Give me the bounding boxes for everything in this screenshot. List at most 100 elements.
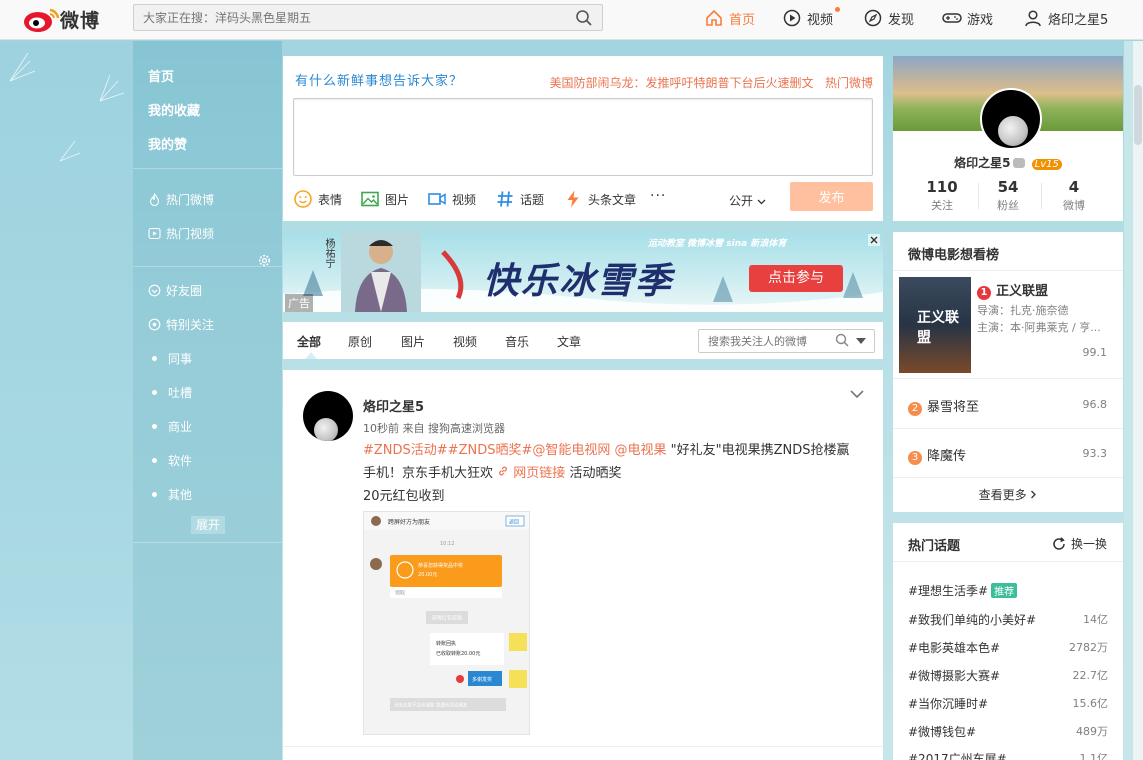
scrollbar-thumb[interactable] [1134, 85, 1142, 145]
article-button[interactable]: 头条文章 [563, 188, 636, 210]
nav-home[interactable]: 首页 [704, 8, 755, 28]
privacy-select[interactable]: 公开 [729, 192, 766, 209]
chevron-down-icon[interactable] [849, 388, 865, 400]
banner-join-button[interactable]: 点击参与 [749, 265, 843, 292]
chevron-down-icon [757, 199, 766, 205]
web-link[interactable]: 网页链接 [497, 466, 569, 481]
member-icon[interactable] [1013, 158, 1026, 168]
topic-item[interactable]: #电影英雄本色# 2782万 [908, 639, 1108, 656]
post-hashtags[interactable]: #ZNDS活动##ZNDS晒奖#@智能电视网 @电视果 [363, 443, 667, 458]
profile-name[interactable]: 烙印之星5 [954, 156, 1010, 170]
tab-all[interactable]: 全部 [297, 333, 321, 350]
post-username[interactable]: 烙印之星5 [363, 396, 424, 415]
emoji-button[interactable]: 表情 [293, 188, 342, 210]
sidebar-likes[interactable]: 我的赞 [148, 134, 187, 153]
topic-button[interactable]: 话题 [495, 188, 544, 210]
background-left [0, 41, 133, 760]
topic-title: #致我们单纯的小美好# [908, 613, 1037, 627]
level-badge[interactable]: Lv15 [1031, 159, 1062, 170]
topic-item[interactable]: #2017广州车展# 1.1亿 [908, 750, 1108, 760]
refresh-topics-button[interactable]: 换一换 [1052, 535, 1107, 552]
ad-banner[interactable]: 杨祐宁 快乐冰雪季 运动教室 微博冰雪 sina 新浪体育 点击参与 广告 [283, 232, 883, 312]
topic-item[interactable]: #微博钱包# 489万 [908, 723, 1108, 740]
movie-card-title: 微博电影想看榜 [908, 248, 1000, 263]
video-label: 视频 [452, 192, 477, 207]
card-divider [893, 561, 1123, 562]
dandelion-decoration [9, 52, 125, 162]
chat-screenshot: 跨屏好方为朋友 返回 10:12 恭喜您获得奖品中奖 20.00元 领取 获得红… [364, 512, 529, 734]
publish-button[interactable]: 发布 [790, 182, 873, 211]
movie-row[interactable]: 2 暴雪将至 [908, 396, 979, 416]
hot-weibo-link[interactable]: 热门微博 [825, 76, 873, 90]
screenshot-card-sub: 领取 [395, 590, 405, 597]
search-input[interactable] [134, 5, 564, 30]
movie-poster[interactable]: 正义联盟 [899, 277, 971, 373]
nav-video[interactable]: 视频 [782, 7, 840, 28]
topic-item[interactable]: #理想生活季# 推荐 [908, 582, 1108, 599]
movie-top-title[interactable]: 1 正义联盟 [977, 280, 1048, 300]
page-scrollbar[interactable] [1133, 41, 1143, 760]
left-sidebar: 首页 我的收藏 我的赞 热门微博 热门视频 好友圈 特别关注 同事 吐槽 商业 … [133, 41, 282, 760]
post-image[interactable]: 跨屏好方为朋友 返回 10:12 恭喜您获得奖品中奖 20.00元 领取 获得红… [363, 511, 530, 735]
stat-followers[interactable]: 54 粉丝 [978, 178, 1038, 213]
profile-name-row: 烙印之星5 Lv15 [893, 154, 1123, 171]
publisher-hot-topic[interactable]: 美国防部闹乌龙：发推呼吁特朗普下台后火速删文 热门微博 [550, 74, 873, 91]
nav-profile-label: 烙印之星5 [1048, 12, 1109, 28]
sidebar-item-other[interactable]: 其他 [148, 486, 192, 503]
moon-icon [998, 116, 1028, 146]
tab-images[interactable]: 图片 [401, 333, 425, 350]
game-icon [942, 13, 962, 23]
nav-discover[interactable]: 发现 [863, 8, 914, 28]
close-icon[interactable] [868, 234, 880, 246]
sidebar-item-complain[interactable]: 吐槽 [148, 384, 192, 401]
movie-score: 96.8 [1082, 398, 1108, 411]
sidebar-expand-button[interactable]: 展开 [191, 516, 225, 534]
sidebar-item-hot-weibo[interactable]: 热门微博 [148, 191, 214, 208]
sidebar-item-software[interactable]: 软件 [148, 452, 192, 469]
play-icon [148, 227, 161, 240]
sidebar-item-colleague[interactable]: 同事 [148, 350, 192, 367]
sidebar-item-business[interactable]: 商业 [148, 418, 192, 435]
post-avatar[interactable] [303, 391, 353, 441]
topic-item[interactable]: #当你沉睡时# 15.6亿 [908, 695, 1108, 712]
image-button[interactable]: 图片 [360, 188, 409, 210]
topic-label: 话题 [520, 192, 545, 207]
banner-sponsor-logos: 运动教室 微博冰雪 sina 新浪体育 [648, 239, 787, 249]
tab-videos[interactable]: 视频 [453, 333, 477, 350]
more-tools-button[interactable]: ··· [650, 188, 666, 204]
banner-person-image [341, 232, 421, 312]
top-bar: 微博 首页 视频 发现 [0, 0, 1143, 40]
view-more-label: 查看更多 [978, 488, 1027, 502]
card-divider [893, 477, 1123, 478]
topic-title: #微博摄影大赛# [908, 669, 1001, 683]
search-icon[interactable] [835, 333, 850, 348]
post-text: #ZNDS活动##ZNDS晒奖#@智能电视网 @电视果 "好礼友"电视果携ZND… [363, 439, 873, 508]
topic-item[interactable]: #致我们单纯的小美好# 14亿 [908, 611, 1108, 628]
feed-search-input[interactable] [699, 330, 829, 352]
topic-item[interactable]: #微博摄影大赛# 22.7亿 [908, 667, 1108, 684]
profile-avatar[interactable] [980, 88, 1042, 150]
sidebar-home[interactable]: 首页 [148, 66, 174, 85]
movie-row[interactable]: 3 降魔传 [908, 445, 966, 465]
search-icon[interactable] [575, 9, 593, 27]
tab-music[interactable]: 音乐 [505, 333, 529, 350]
sidebar-item-friends[interactable]: 好友圈 [148, 282, 202, 299]
bullet-icon [152, 356, 157, 361]
sidebar-item-hot-video[interactable]: 热门视频 [148, 225, 214, 242]
nav-game[interactable]: 游戏 [942, 8, 993, 28]
stat-posts[interactable]: 4 微博 [1044, 178, 1104, 213]
chevron-down-icon[interactable] [856, 338, 866, 344]
publisher-title: 有什么新鲜事想告诉大家？ [295, 74, 464, 89]
tab-articles[interactable]: 文章 [557, 333, 581, 350]
banner-person-name: 杨祐宁 [323, 238, 334, 268]
view-more-movies[interactable]: 查看更多 [893, 486, 1123, 503]
tab-original[interactable]: 原创 [348, 333, 372, 350]
post-textarea[interactable] [293, 98, 873, 176]
stat-following[interactable]: 110 关注 [912, 178, 972, 213]
video-button[interactable]: 视频 [427, 188, 476, 210]
sidebar-item-special[interactable]: 特别关注 [148, 316, 214, 333]
nav-profile[interactable]: 烙印之星5 [1023, 8, 1108, 28]
hot-topic-text[interactable]: 美国防部闹乌龙：发推呼吁特朗普下台后火速删文 [550, 76, 814, 90]
image-icon [361, 191, 379, 207]
sidebar-favorites[interactable]: 我的收藏 [148, 100, 200, 119]
